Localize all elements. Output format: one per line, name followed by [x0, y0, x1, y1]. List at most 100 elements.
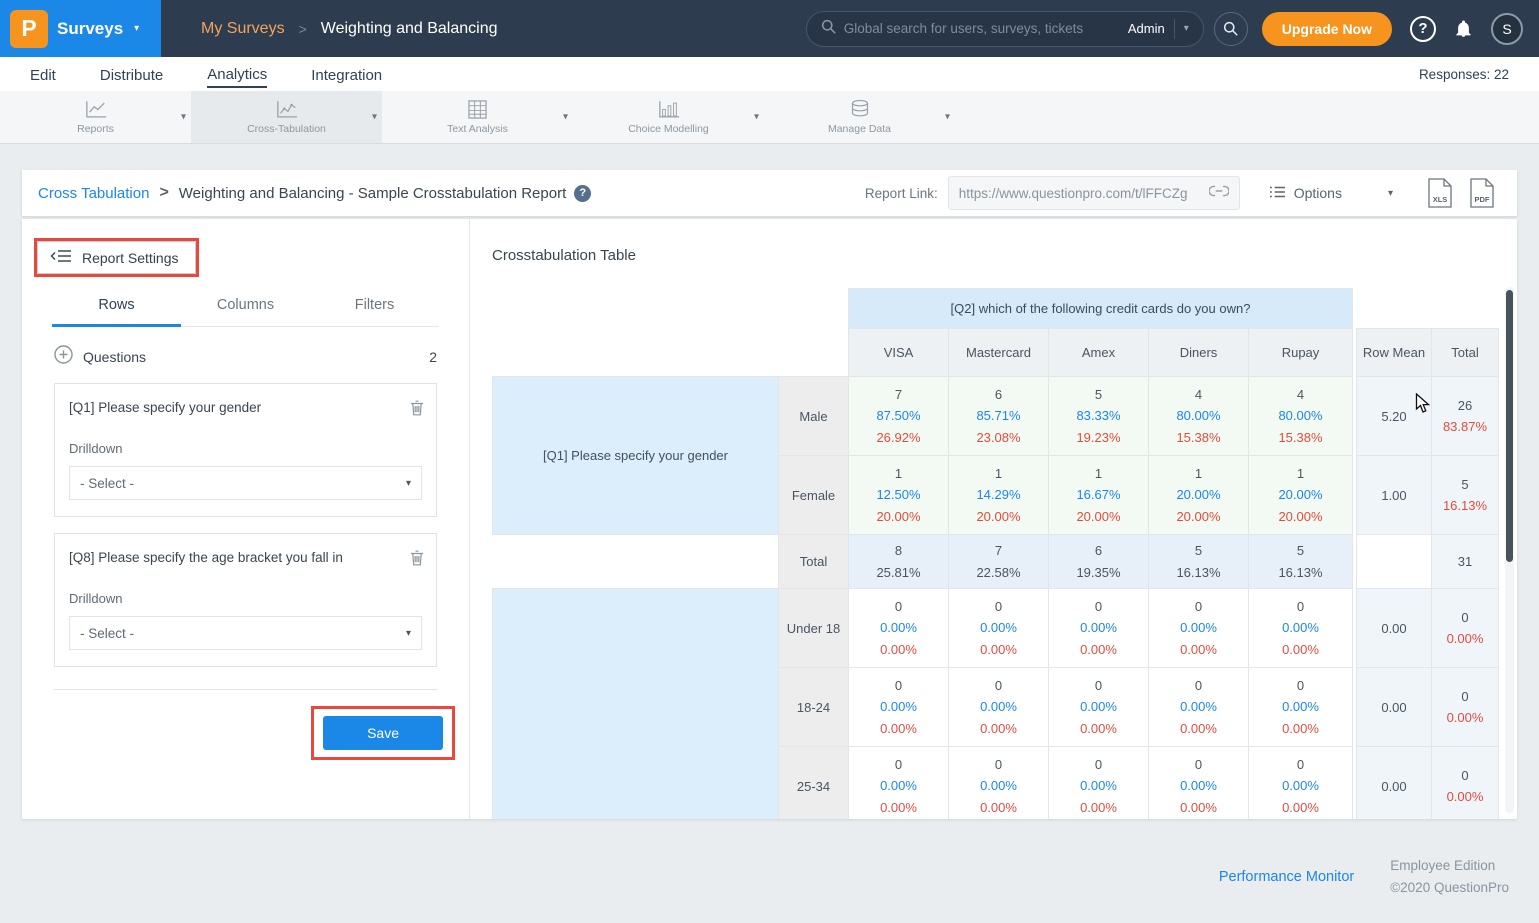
report-header-bar: Cross Tabulation > Weighting and Balanci…	[22, 170, 1517, 216]
report-settings-highlight: Report Settings	[34, 238, 199, 277]
row-group-label	[493, 589, 779, 820]
total-cell: 722.58%	[949, 535, 1049, 589]
choice-modelling-icon	[658, 100, 680, 119]
report-settings-button[interactable]: Report Settings	[37, 241, 196, 274]
cross-tabulation-icon	[276, 100, 298, 119]
toolbar-item-manage-data[interactable]: Manage Data▾	[764, 91, 955, 143]
search-scope-dropdown[interactable]: Admin ▾	[1128, 19, 1189, 39]
data-cell: 787.50%26.92%	[849, 377, 949, 456]
main-card: Report Settings RowsColumnsFilters Quest…	[22, 219, 1517, 819]
report-settings-label: Report Settings	[82, 250, 179, 266]
user-avatar[interactable]: S	[1491, 13, 1523, 45]
export-pdf-button[interactable]: PDF	[1469, 178, 1495, 208]
add-question-icon[interactable]	[54, 345, 73, 369]
divider	[54, 689, 438, 690]
total-column-header: Total	[1432, 329, 1499, 377]
column-header-rupay: Rupay	[1249, 329, 1353, 377]
vertical-scrollbar[interactable]	[1505, 287, 1514, 813]
toolbar-item-text-analysis[interactable]: Text Analysis▾	[382, 91, 573, 143]
chevron-down-icon: ▾	[406, 478, 411, 489]
scrollbar-thumb[interactable]	[1506, 290, 1513, 562]
chevron-down-icon[interactable]: ▾	[181, 112, 186, 123]
select-value: - Select -	[80, 476, 134, 491]
tab-rows[interactable]: Rows	[52, 297, 181, 327]
help-icon[interactable]: ?	[574, 185, 591, 202]
data-cell: 00.00%0.00%	[1149, 589, 1249, 668]
link-icon[interactable]	[1209, 184, 1229, 202]
toolbar-item-choice-modelling[interactable]: Choice Modelling▾	[573, 91, 764, 143]
data-cell: 00.00%0.00%	[1049, 589, 1149, 668]
chevron-down-icon[interactable]: ▾	[945, 112, 950, 123]
toolbar-item-label: Cross-Tabulation	[247, 123, 326, 135]
trash-icon[interactable]	[410, 400, 424, 421]
save-button[interactable]: Save	[323, 716, 443, 750]
breadcrumb-my-surveys[interactable]: My Surveys	[201, 20, 285, 38]
toolbar-item-cross-tabulation[interactable]: Cross-Tabulation ▾	[191, 91, 382, 143]
nav-item-distribute[interactable]: Distribute	[100, 62, 163, 87]
grand-total-cell: 31	[1432, 535, 1499, 589]
question-label: [Q8] Please specify the age bracket you …	[69, 550, 389, 565]
edition-info: Employee Edition ©2020 QuestionPro	[1390, 855, 1509, 900]
drilldown-select[interactable]: - Select -▾	[69, 616, 422, 650]
search-icon	[1223, 21, 1238, 36]
drilldown-label: Drilldown	[69, 591, 422, 606]
chevron-down-icon[interactable]: ▾	[563, 112, 568, 123]
nav-item-integration[interactable]: Integration	[311, 62, 382, 87]
chevron-down-icon: ▾	[1184, 23, 1189, 34]
data-cell: 480.00%15.38%	[1149, 377, 1249, 456]
toolbar-item-reports[interactable]: Reports▾	[0, 91, 191, 143]
tab-filters[interactable]: Filters	[310, 297, 439, 326]
data-cell: 00.00%0.00%	[1249, 668, 1353, 747]
breadcrumb-current-survey: Weighting and Balancing	[321, 20, 498, 38]
product-menu-surveys[interactable]: P Surveys ▾	[0, 0, 161, 57]
breadcrumb-separator: >	[299, 21, 307, 37]
data-cell: 116.67%20.00%	[1049, 456, 1149, 535]
report-link-input[interactable]	[959, 186, 1203, 201]
trash-icon[interactable]	[410, 550, 424, 571]
row-label: Male	[779, 377, 849, 456]
total-cell: 825.81%	[849, 535, 949, 589]
cross-tabulation-link[interactable]: Cross Tabulation	[38, 185, 149, 202]
row-label: Under 18	[779, 589, 849, 668]
chevron-down-icon: ▾	[134, 23, 139, 34]
row-total-cell: 2683.87%	[1432, 377, 1499, 456]
tab-columns[interactable]: Columns	[181, 297, 310, 326]
search-button[interactable]	[1214, 12, 1248, 46]
search-icon	[821, 19, 836, 39]
global-search-input[interactable]	[844, 21, 1120, 36]
chevron-down-icon[interactable]: ▾	[754, 112, 759, 123]
global-search[interactable]: Admin ▾	[806, 11, 1204, 47]
report-title: Weighting and Balancing - Sample Crossta…	[179, 185, 566, 202]
data-cell: 120.00%20.00%	[1149, 456, 1249, 535]
row-label: 25-34	[779, 747, 849, 820]
collapse-menu-icon	[50, 249, 72, 266]
question-card-1: [Q1] Please specify your genderDrilldown…	[54, 383, 437, 517]
row-label: 18-24	[779, 668, 849, 747]
upgrade-now-button[interactable]: Upgrade Now	[1262, 12, 1392, 46]
nav-item-edit[interactable]: Edit	[30, 62, 56, 87]
column-header-visa: VISA	[849, 329, 949, 377]
row-mean-cell: 0.00	[1357, 747, 1432, 820]
copyright-label: ©2020 QuestionPro	[1390, 877, 1509, 899]
help-icon[interactable]: ?	[1410, 16, 1436, 42]
nav-item-analytics[interactable]: Analytics	[207, 61, 267, 88]
text-analysis-icon	[468, 100, 487, 119]
data-cell: 00.00%0.00%	[1049, 747, 1149, 820]
options-dropdown[interactable]: Options	[1270, 185, 1342, 201]
crosstab-panel: Crosstabulation Table [Q2] which of the …	[470, 219, 1517, 819]
export-xls-button[interactable]: XLS	[1427, 178, 1453, 208]
column-header-amex: Amex	[1049, 329, 1149, 377]
row-mean-cell	[1357, 535, 1432, 589]
performance-monitor-link[interactable]: Performance Monitor	[1219, 869, 1354, 885]
row-mean-cell: 5.20	[1357, 377, 1432, 456]
notifications-bell-icon[interactable]	[1454, 19, 1473, 39]
search-scope-label: Admin	[1128, 21, 1165, 36]
row-total-cell: 00.00%	[1432, 589, 1499, 668]
chevron-down-icon[interactable]: ▾	[372, 112, 377, 123]
chevron-down-icon[interactable]: ▾	[1388, 188, 1393, 199]
row-label: Female	[779, 456, 849, 535]
drilldown-select[interactable]: - Select - ▾	[69, 466, 422, 500]
questionpro-logo[interactable]: P	[10, 10, 48, 48]
data-cell: 114.29%20.00%	[949, 456, 1049, 535]
question-label: [Q1] Please specify your gender	[69, 400, 389, 415]
